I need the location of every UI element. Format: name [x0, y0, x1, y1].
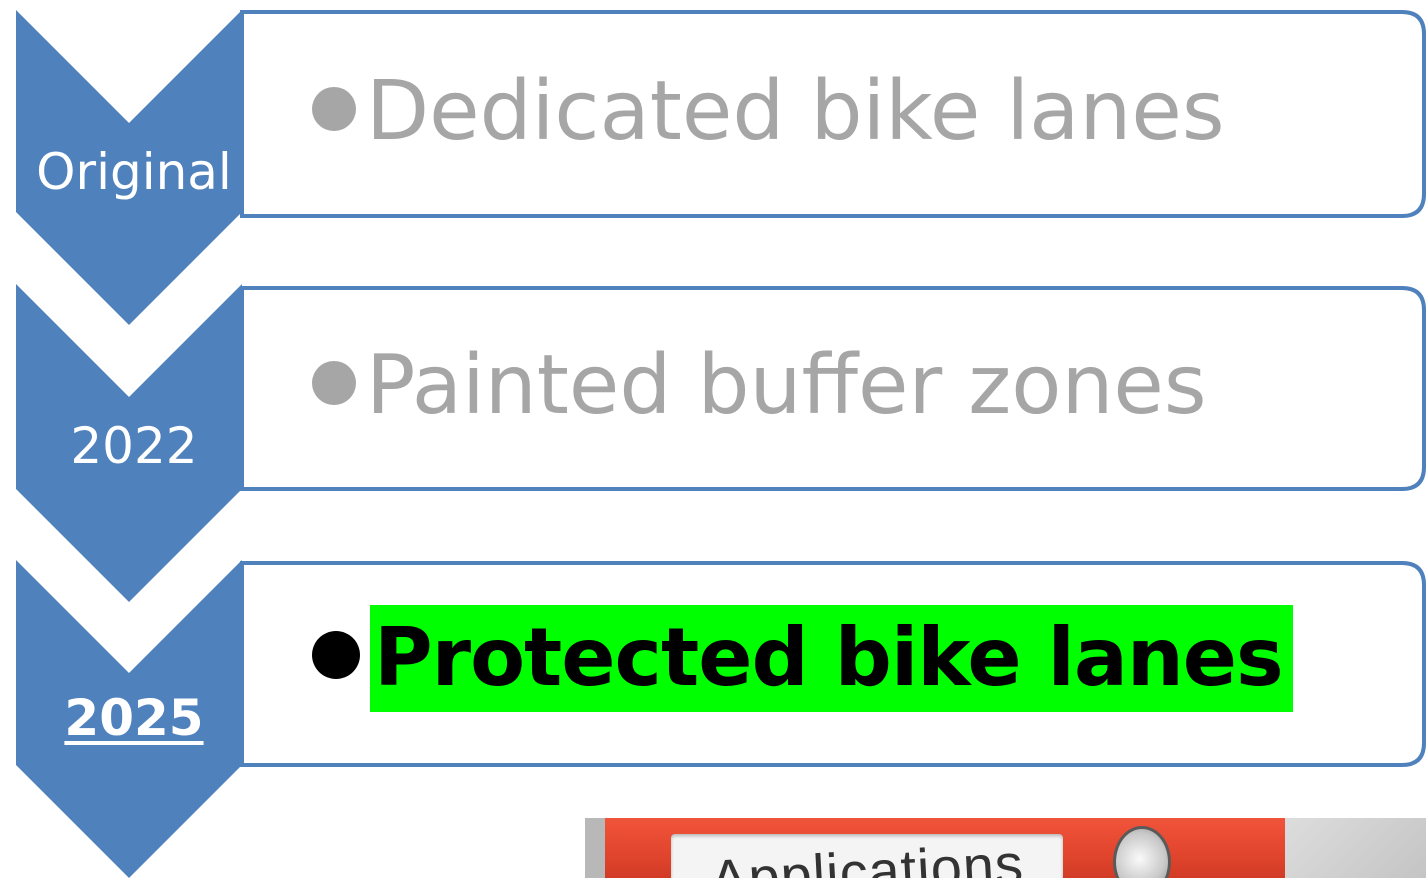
bullet-icon [312, 86, 356, 131]
bullet-icon [312, 360, 356, 405]
step-text-row: Dedicated bike lanes [312, 62, 1225, 162]
step-text-dedicated: Dedicated bike lanes [366, 64, 1225, 159]
step-text-painted: Painted buffer zones [366, 338, 1207, 433]
binder-label: Applications [671, 832, 1063, 878]
step-text-row: Painted buffer zones [312, 336, 1207, 436]
bullet-icon [312, 631, 360, 680]
binder-edge [585, 818, 605, 878]
step-text-protected: Protected bike lanes [370, 605, 1293, 712]
step-label-2022: 2022 [70, 417, 198, 475]
step-label-2025: 2025 [64, 689, 204, 747]
photo-background [1285, 818, 1426, 878]
step-text-row: Protected bike lanes [312, 598, 1293, 718]
process-diagram: Original 2022 2025 Dedicated bike lanes … [0, 0, 1426, 878]
applications-binder-photo: Applications [585, 818, 1426, 878]
step-label-original: Original [36, 143, 232, 201]
